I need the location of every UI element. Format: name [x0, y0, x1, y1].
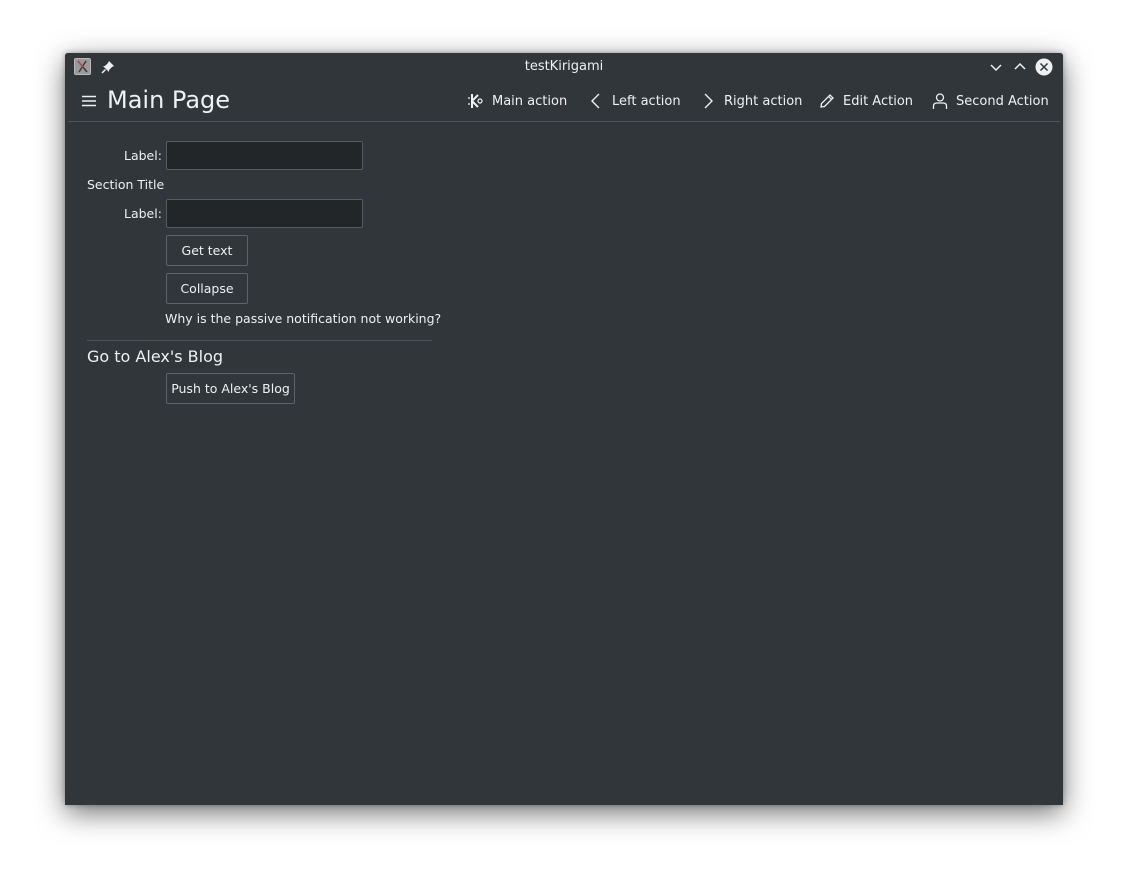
main-action-label: Main action	[492, 93, 568, 109]
left-action-label: Left action	[612, 93, 681, 109]
close-icon	[1035, 58, 1053, 76]
user-icon	[932, 93, 948, 109]
left-action-button[interactable]: Left action	[587, 90, 681, 112]
notification-question: Why is the passive notification not work…	[165, 311, 442, 326]
right-action-button[interactable]: Right action	[699, 90, 802, 112]
pencil-icon	[820, 94, 834, 108]
field2-label: Label:	[124, 206, 162, 221]
minimize-button[interactable]	[987, 58, 1005, 76]
main-action-button[interactable]: Main action	[467, 90, 567, 112]
page-header: Main Page Main action Left action Right …	[68, 81, 1060, 122]
kde-icon	[468, 94, 483, 108]
field1-label: Label:	[124, 148, 162, 163]
title-bar[interactable]: testKirigami	[65, 53, 1063, 81]
push-to-blog-button[interactable]: Push to Alex's Blog	[166, 373, 295, 404]
text-field-1[interactable]	[166, 141, 363, 170]
right-action-label: Right action	[724, 93, 803, 109]
page-title: Main Page	[107, 86, 231, 114]
window-title: testKirigami	[524, 59, 604, 74]
collapse-button[interactable]: Collapse	[166, 273, 248, 304]
text-field-2[interactable]	[166, 199, 363, 228]
section-separator	[87, 340, 432, 341]
hamburger-menu-icon[interactable]	[81, 93, 97, 109]
app-window: testKirigami Main Page Main action Left …	[65, 53, 1063, 805]
blog-section-heading: Go to Alex's Blog	[87, 347, 224, 366]
chevron-right-icon	[704, 93, 713, 109]
get-text-button[interactable]: Get text	[166, 235, 248, 266]
second-action-label: Second Action	[956, 93, 1049, 109]
edit-action-button[interactable]: Edit Action	[818, 90, 913, 112]
second-action-button[interactable]: Second Action	[931, 90, 1049, 112]
chevron-down-icon	[990, 64, 1002, 72]
chevron-left-icon	[591, 93, 600, 109]
section-title: Section Title	[87, 177, 165, 192]
chevron-up-icon	[1014, 62, 1026, 70]
maximize-button[interactable]	[1011, 58, 1029, 76]
close-button[interactable]	[1035, 58, 1053, 76]
edit-action-label: Edit Action	[843, 93, 914, 109]
